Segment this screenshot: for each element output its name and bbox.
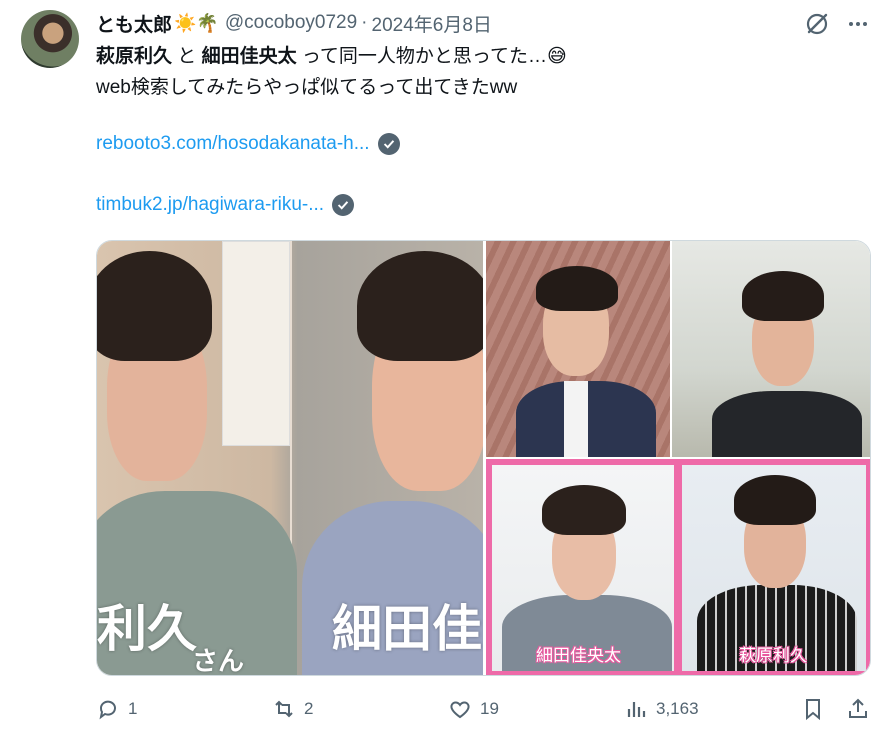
separator: · [361,12,368,33]
post-header: とも太郎 ☀️🌴 @cocoboy0729 · 2024年6月8日 [96,9,492,37]
name-emojis: ☀️🌴 [174,12,219,34]
grok-icon[interactable] [803,10,831,38]
reply-button[interactable]: 1 [96,697,137,721]
text-rest: って同一人物かと思ってた…😅 [296,46,567,67]
bookmark-button[interactable] [801,697,833,721]
post-date[interactable]: 2024年6月8日 [372,10,492,37]
like-button[interactable]: 19 [448,697,499,721]
mention-name-1: 萩原利久 [96,46,173,67]
views-icon [627,702,646,717]
link-1[interactable]: rebooto3.com/hosodakanata-h... [96,133,400,155]
repost-button[interactable]: 2 [272,697,313,721]
more-icon[interactable] [844,10,872,38]
post-text: 萩原利久 と 細田佳央太 って同一人物かと思ってた…😅 web検索してみたらやっ… [96,41,866,103]
repost-count: 2 [304,699,314,718]
tag-hagiwara: 萩原利久 [739,646,807,666]
left-caption-small: さん [192,647,245,676]
action-bar: 1 2 19 3,163 [96,697,876,727]
photo-window [672,241,870,457]
like-count: 19 [480,699,499,718]
media-grid[interactable]: 利久 さん 細田佳 細田佳央太 萩原利久 [96,240,871,676]
share-button[interactable] [846,697,878,721]
text-line-2: web検索してみたらやっぱ似てるって出てきたww [96,77,518,98]
link-1-text[interactable]: rebooto3.com/hosodakanata-h... [96,133,370,155]
wall-poster [222,241,290,446]
handle[interactable]: @cocoboy0729 [225,12,357,34]
display-name[interactable]: とも太郎 [96,10,172,37]
link-2-text[interactable]: timbuk2.jp/hagiwara-riku-... [96,194,324,216]
comparison-photo-right[interactable]: 細田佳央太 萩原利久 [486,241,870,675]
bookmark-icon [806,699,820,721]
verified-icon [332,194,355,216]
share-icon [849,698,867,718]
reply-count: 1 [128,699,138,718]
text-conj: と [172,46,202,67]
reply-icon [99,700,116,720]
mention-name-2: 細田佳央太 [201,46,297,67]
view-count: 3,163 [656,699,699,718]
avatar[interactable] [21,10,79,68]
left-caption-1: 利久 [97,600,197,658]
verified-icon [377,133,400,155]
left-caption-2: 細田佳 [332,600,482,658]
tag-hosoda: 細田佳央太 [536,646,621,666]
views-button[interactable]: 3,163 [624,697,699,721]
comparison-photo-left[interactable]: 利久 さん 細田佳 [97,241,483,676]
photo-suit [486,241,670,457]
repost-icon [275,700,293,718]
like-icon [450,701,470,719]
link-2[interactable]: timbuk2.jp/hagiwara-riku-... [96,194,355,216]
